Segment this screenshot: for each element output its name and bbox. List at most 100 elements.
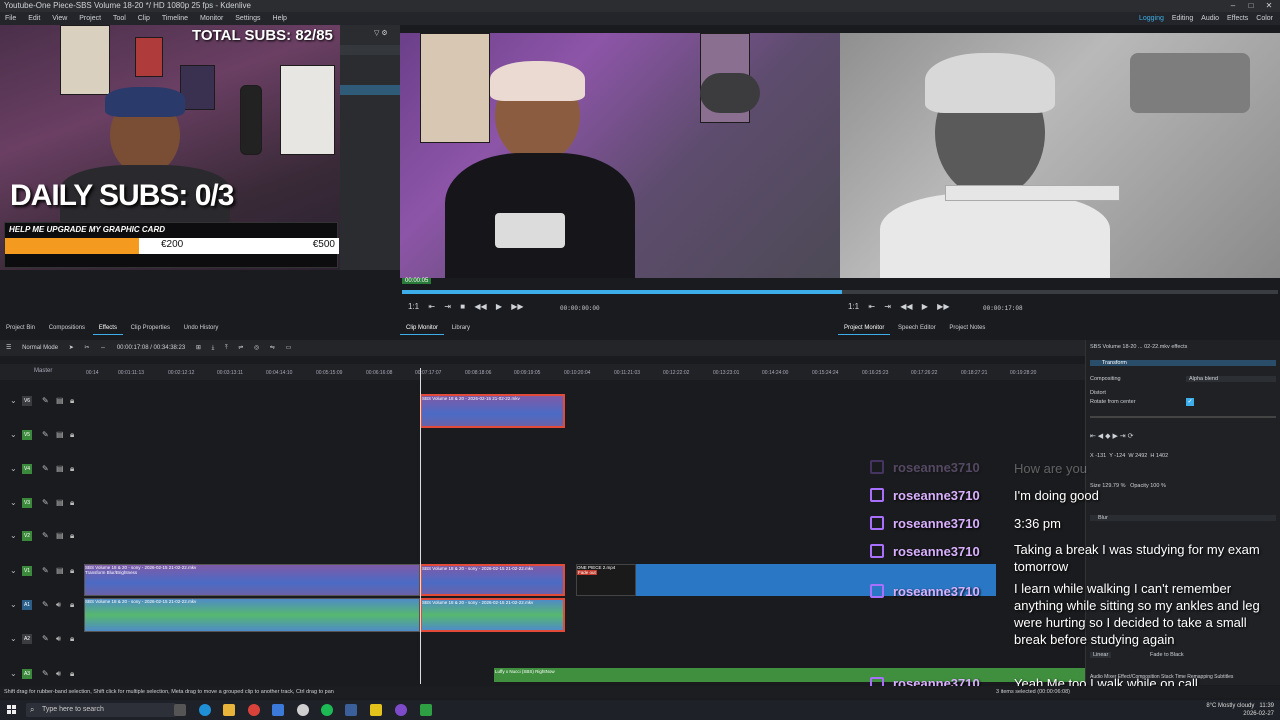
overwrite-icon[interactable]: ⤒ bbox=[225, 340, 228, 356]
timeline-audio-clip-a1[interactable]: SBS Volume 18 & 20 - sony - 2026-02-15 2… bbox=[84, 598, 420, 632]
edit-mode-select[interactable]: Normal Mode bbox=[22, 340, 58, 356]
edit-icon[interactable]: ✎ bbox=[42, 464, 49, 473]
lock-icon[interactable]: 🔒︎ bbox=[70, 498, 74, 508]
edit-icon[interactable]: ✎ bbox=[42, 396, 49, 405]
track-label[interactable]: V6 bbox=[22, 396, 32, 406]
track-label[interactable]: A3 bbox=[22, 669, 32, 679]
collapse-icon[interactable]: ⌄ bbox=[10, 396, 17, 405]
master-label[interactable]: Master bbox=[34, 368, 52, 374]
obs-icon[interactable] bbox=[297, 704, 309, 716]
snap-icon[interactable]: ⊞ bbox=[196, 340, 201, 356]
rewind-icon[interactable]: ◀◀ bbox=[900, 302, 912, 311]
edit-icon[interactable]: ✎ bbox=[42, 600, 49, 609]
in-point-icon[interactable]: ⇤ bbox=[428, 302, 435, 311]
list-item[interactable] bbox=[340, 45, 400, 55]
zone-icon[interactable]: ⇌ bbox=[238, 340, 243, 356]
menu-tool[interactable]: Tool bbox=[108, 12, 131, 25]
clock-time[interactable]: 11:39 bbox=[1259, 703, 1274, 709]
tab-project-notes[interactable]: Project Notes bbox=[943, 322, 991, 334]
track-label[interactable]: V2 bbox=[22, 531, 32, 541]
project-timecode[interactable]: 00:00:17:08 bbox=[983, 305, 1023, 312]
lock-icon[interactable]: 🔒︎ bbox=[70, 396, 74, 406]
collapse-icon[interactable]: ⌄ bbox=[10, 498, 17, 507]
edit-icon[interactable]: ✎ bbox=[42, 430, 49, 439]
menu-view[interactable]: View bbox=[47, 12, 72, 25]
workspace-editing[interactable]: Editing bbox=[1169, 12, 1196, 25]
razor-tool-icon[interactable]: ✂ bbox=[84, 340, 89, 356]
weather-widget[interactable]: 8°C Mostly cloudy bbox=[1206, 703, 1254, 709]
clock-date[interactable]: 2026-02-27 bbox=[1243, 711, 1274, 717]
play-icon[interactable]: ▶ bbox=[496, 302, 502, 311]
close-button[interactable]: ✕ bbox=[1260, 0, 1278, 12]
edit-icon[interactable]: ✎ bbox=[42, 669, 49, 678]
workspace-color[interactable]: Color bbox=[1253, 12, 1276, 25]
edit-icon[interactable]: ✎ bbox=[42, 634, 49, 643]
collapse-icon[interactable]: ⌄ bbox=[10, 634, 17, 643]
track-label[interactable]: V4 bbox=[22, 464, 32, 474]
track-label[interactable]: V5 bbox=[22, 430, 32, 440]
spotify-icon[interactable] bbox=[321, 704, 333, 716]
hide-icon[interactable]: ▤ bbox=[56, 566, 64, 575]
tab-effects[interactable]: Effects bbox=[92, 322, 123, 335]
forward-icon[interactable]: ▶▶ bbox=[511, 302, 523, 311]
pos-x-field[interactable]: X -131 bbox=[1090, 453, 1106, 459]
hide-icon[interactable]: ▤ bbox=[56, 498, 64, 507]
track-label[interactable]: A1 bbox=[22, 600, 32, 610]
hide-icon[interactable]: ▤ bbox=[56, 464, 64, 473]
lock-icon[interactable]: 🔒︎ bbox=[70, 634, 74, 644]
height-field[interactable]: H 1402 bbox=[1150, 453, 1168, 459]
stop-icon[interactable]: ■ bbox=[460, 302, 465, 311]
task-view-icon[interactable] bbox=[174, 704, 186, 716]
windows-start-icon[interactable] bbox=[7, 705, 17, 715]
pos-y-field[interactable]: Y -124 bbox=[1109, 453, 1125, 459]
fade-to-black-label[interactable]: Fade to Black bbox=[1150, 652, 1184, 658]
effect-transform-header[interactable]: Transform bbox=[1090, 360, 1276, 366]
timeline-ruler[interactable]: Master 00:14 00:01:11:13 00:02:12:12 00:… bbox=[0, 364, 1085, 380]
forward-icon[interactable]: ▶▶ bbox=[937, 302, 949, 311]
track-label[interactable]: V3 bbox=[22, 498, 32, 508]
filter-icon[interactable]: ▽ ⚙ bbox=[374, 29, 388, 37]
menu-project[interactable]: Project bbox=[74, 12, 106, 25]
keyframe-track[interactable] bbox=[1090, 416, 1276, 418]
menu-monitor[interactable]: Monitor bbox=[195, 12, 228, 25]
tab-speech-editor[interactable]: Speech Editor bbox=[892, 322, 942, 334]
timeline-timecode[interactable]: 00:00:17:08 / 00:34:38:23 bbox=[117, 340, 185, 356]
menu-help[interactable]: Help bbox=[268, 12, 292, 25]
menu-clip[interactable]: Clip bbox=[133, 12, 155, 25]
file-explorer-icon[interactable] bbox=[223, 704, 235, 716]
hide-icon[interactable]: ▤ bbox=[56, 430, 64, 439]
kdenlive-icon[interactable] bbox=[345, 704, 357, 716]
lock-icon[interactable]: 🔒︎ bbox=[70, 531, 74, 541]
width-field[interactable]: W 2492 bbox=[1128, 453, 1147, 459]
workspace-effects[interactable]: Effects bbox=[1224, 12, 1251, 25]
tab-compositions[interactable]: Compositions bbox=[43, 322, 91, 334]
hide-icon[interactable]: ▤ bbox=[56, 531, 64, 540]
menu-file[interactable]: File bbox=[0, 12, 21, 25]
in-point-icon[interactable]: ⇤ bbox=[868, 302, 875, 311]
timeline-playhead[interactable] bbox=[420, 368, 421, 684]
lock-icon[interactable]: 🔒︎ bbox=[70, 669, 74, 679]
workspace-logging[interactable]: Logging bbox=[1136, 12, 1167, 25]
app-icon[interactable] bbox=[370, 704, 382, 716]
track-label[interactable]: A2 bbox=[22, 634, 32, 644]
minimize-button[interactable]: – bbox=[1224, 0, 1242, 12]
out-point-icon[interactable]: ⇥ bbox=[444, 302, 451, 311]
speaker-icon[interactable]: 🔊︎ bbox=[56, 600, 61, 610]
track-label[interactable]: V1 bbox=[22, 566, 32, 576]
twitch-icon[interactable] bbox=[395, 704, 407, 716]
edit-icon[interactable]: ✎ bbox=[42, 531, 49, 540]
lock-icon[interactable]: 🔒︎ bbox=[70, 464, 74, 474]
play-icon[interactable]: ▶ bbox=[922, 302, 928, 311]
collapse-icon[interactable]: ⌄ bbox=[10, 464, 17, 473]
tab-project-bin[interactable]: Project Bin bbox=[0, 322, 41, 334]
edge-icon[interactable] bbox=[199, 704, 211, 716]
interpolation-select[interactable]: Linear bbox=[1090, 652, 1112, 658]
mix-icon[interactable]: ⇋ bbox=[270, 340, 275, 356]
marker-icon[interactable]: ◎ bbox=[254, 340, 259, 356]
collapse-icon[interactable]: ⌄ bbox=[10, 566, 17, 575]
maximize-button[interactable]: □ bbox=[1242, 0, 1260, 12]
tab-project-monitor[interactable]: Project Monitor bbox=[838, 322, 891, 335]
tab-library[interactable]: Library bbox=[446, 322, 476, 334]
timeline-clip-v1-selected[interactable]: SBS Volume 18 & 20 - sony - 2026-02-15 2… bbox=[420, 564, 565, 596]
zoom-select[interactable]: 1:1 bbox=[848, 302, 859, 311]
